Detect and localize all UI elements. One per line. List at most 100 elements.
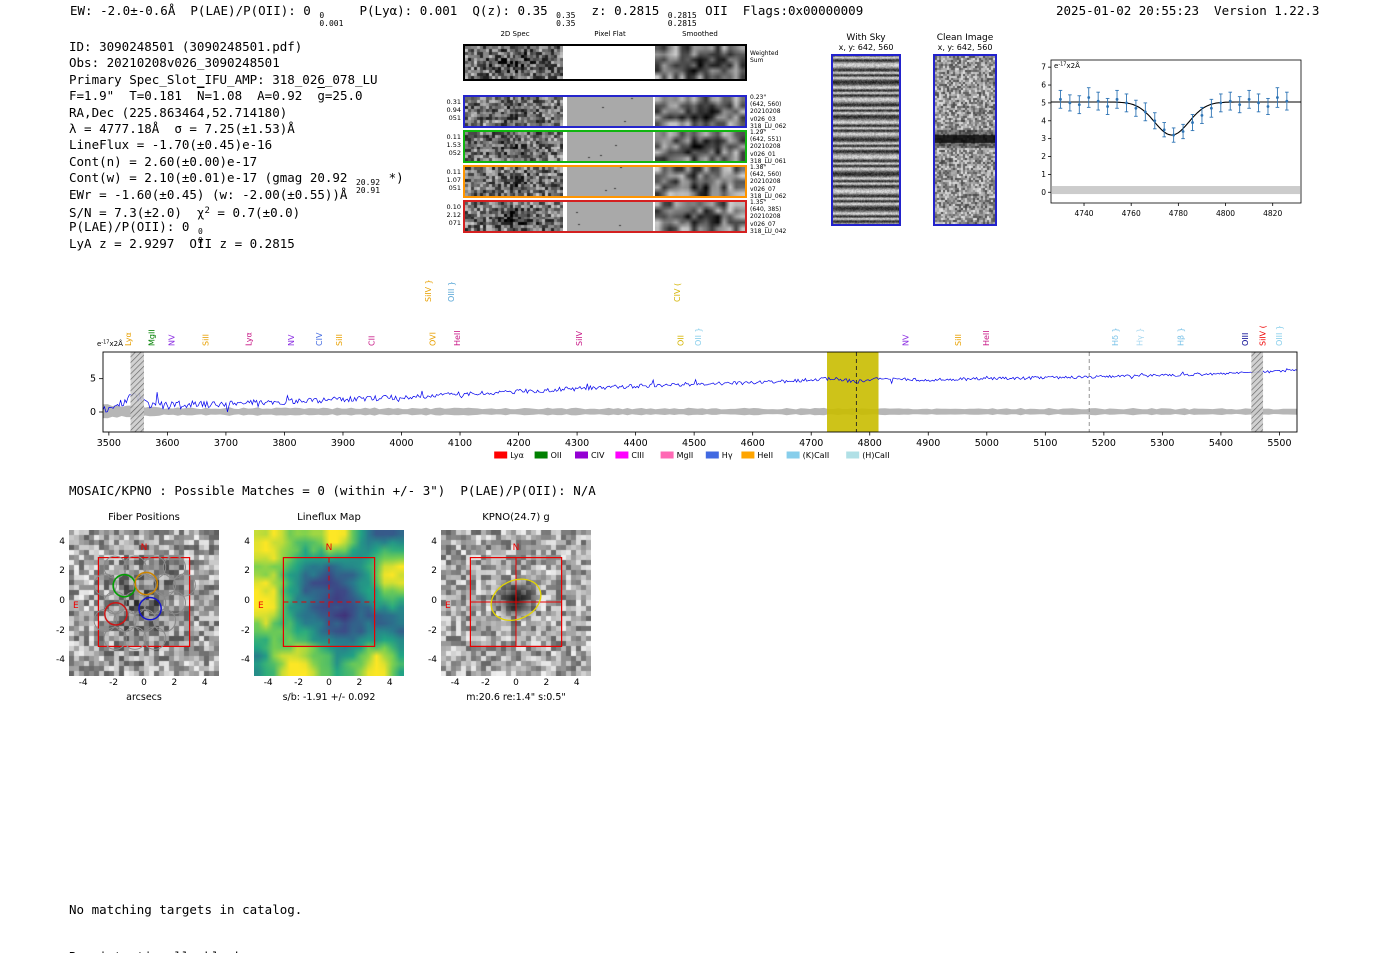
spec2d-image xyxy=(465,132,563,161)
svg-text:6: 6 xyxy=(1041,81,1046,90)
emission-line-label: HeII xyxy=(982,330,991,346)
legend-swatch xyxy=(741,452,754,459)
emission-line-label: SiIV ( xyxy=(1258,325,1267,346)
emission-line-label: SiII xyxy=(201,334,210,346)
full-spectrum-chart: 3500360037003800390040004100420043004400… xyxy=(55,268,1345,473)
clean-image-title: Clean Image xyxy=(922,33,1008,43)
header-measurements: EW: -2.0±-0.6Å P(LAE)/P(OII): 0 00.001 P… xyxy=(70,3,863,28)
line-fit-inset-chart: 0123456747404760478048004820e-17x2Å xyxy=(1033,50,1340,228)
emission-line-label: NV xyxy=(167,334,176,346)
text-segment: EWr = -1.60(±0.45) (w: -2.00(±0.55))Å xyxy=(69,187,347,202)
y-tick-label: 2 xyxy=(415,566,437,576)
svg-text:4800: 4800 xyxy=(1216,209,1235,218)
compass-north-label: N xyxy=(326,543,333,553)
kpno-g-caption: m:20.6 re:1.4" s:0.5" xyxy=(441,692,591,703)
fiber-circle xyxy=(163,592,185,614)
footer-line: Row intentionally blank. xyxy=(69,949,302,953)
highlighted-fiber-circle xyxy=(139,598,161,620)
compass-east-label: E xyxy=(73,601,79,611)
text-segment: OII Flags:0x00000009 xyxy=(698,3,864,18)
text-segment: P(Lyα): 0.001 Q(z): 0.35 xyxy=(344,3,555,18)
legend-label: Lyα xyxy=(510,451,524,460)
info-line: P(LAE)/P(OII): 0 00 xyxy=(69,219,404,235)
svg-text:1: 1 xyxy=(1041,170,1046,179)
text-segment: LineFlux = -1.70(±0.45)e-16 xyxy=(69,137,272,152)
info-line: Cont(n) = 2.60(±0.00)e-17 xyxy=(69,154,404,170)
spec2d-col-header-pixelflat: Pixel Flat xyxy=(567,30,653,38)
emission-line-label: CII xyxy=(368,336,377,346)
svg-text:3900: 3900 xyxy=(331,438,355,449)
fiber-positions-title: Fiber Positions xyxy=(69,512,219,523)
spec2d-col-header-2dspec: 2D Spec xyxy=(465,30,565,38)
x-tick-label: 0 xyxy=(506,678,526,688)
smoothed-image xyxy=(655,132,745,161)
x-tick-label: 2 xyxy=(536,678,556,688)
text-segment: LyA z = 2.9297 OII z = 0.2815 xyxy=(69,236,295,251)
spec2d-panel: 2D Spec Pixel Flat Smoothed Weighted Sum… xyxy=(440,28,840,243)
text-segment: P(LAE)/P(OII): 0 xyxy=(69,219,197,234)
pixel-flat-image xyxy=(567,202,653,231)
legend-label: MgII xyxy=(677,451,694,460)
svg-text:2: 2 xyxy=(1041,152,1046,161)
compass-north-label: N xyxy=(513,543,520,553)
legend-swatch xyxy=(661,452,674,459)
clean-image xyxy=(933,54,997,226)
error-band xyxy=(103,404,1297,418)
text-segment: Obs: 20210208v026_3090248501 xyxy=(69,55,280,70)
info-line: LyA z = 2.9297 OII z = 0.2815 xyxy=(69,236,404,252)
compass-east-label: E xyxy=(445,601,451,611)
x-tick-label: 2 xyxy=(349,678,369,688)
emission-line-label: NV xyxy=(901,334,910,346)
text-segment: EW: -2.0±-0.6Å P(LAE)/P(OII): 0 xyxy=(70,3,318,18)
x-tick-label: 4 xyxy=(195,678,215,688)
emission-line-label: OII xyxy=(677,335,686,346)
emission-line-label: MgII xyxy=(148,329,157,346)
spec2d-image xyxy=(465,97,563,126)
kpno-g-title: KPNO(24.7) g xyxy=(441,512,591,523)
svg-text:4780: 4780 xyxy=(1169,209,1188,218)
emission-line-label: NV xyxy=(287,334,296,346)
x-tick-label: -2 xyxy=(104,678,124,688)
lineflux-map-overlay: NE xyxy=(254,530,404,676)
spec2d-row-right-label: 1.35"(640, 385)20210208v026_07318_LU_042 xyxy=(750,199,820,235)
text-segment: S/N = 7.3(±2.0) χ xyxy=(69,205,204,220)
info-line: RA,Dec (225.863464,52.714180) xyxy=(69,105,404,121)
svg-text:0: 0 xyxy=(1041,188,1046,197)
with-sky-coords: x, y: 642, 560 xyxy=(818,43,914,52)
y-tick-label: -2 xyxy=(228,626,250,636)
text-segment: =25.0 xyxy=(325,88,363,103)
spec2d-row-left-label: 0.102.12071 xyxy=(440,203,461,227)
info-line: Cont(w) = 2.10(±0.01)e-17 (gmag 20.92 20… xyxy=(69,170,404,186)
svg-text:4600: 4600 xyxy=(741,438,765,449)
stacked-value: 0.28150.2815 xyxy=(668,12,697,28)
y-tick-label: -4 xyxy=(415,655,437,665)
svg-text:5500: 5500 xyxy=(1267,438,1291,449)
legend-label: CIII xyxy=(631,451,644,460)
masked-region xyxy=(131,352,144,432)
text-segment: ID: 3090248501 (3090248501.pdf) xyxy=(69,39,302,54)
smoothed-image xyxy=(655,97,745,126)
y-tick-label: -4 xyxy=(228,655,250,665)
emission-line-label: CIV ( xyxy=(673,283,682,302)
y-tick-label: 4 xyxy=(228,537,250,547)
info-line: Primary Spec_Slot_IFU_AMP: 318_026_078_L… xyxy=(69,72,404,88)
compass-east-label: E xyxy=(258,601,264,611)
spec2d-row-left-label: 0.111.07051 xyxy=(440,168,461,192)
fiber-circle xyxy=(134,609,156,631)
y-tick-label: 4 xyxy=(43,537,65,547)
legend-swatch xyxy=(615,452,628,459)
x-tick-label: -4 xyxy=(445,678,465,688)
weighted-sum-label: Weighted Sum xyxy=(750,50,800,64)
svg-text:4500: 4500 xyxy=(682,438,706,449)
fiber-positions-overlay: NE xyxy=(69,530,219,676)
svg-text:5: 5 xyxy=(1041,98,1046,107)
pixel-flat-image xyxy=(567,97,653,126)
spectrum-plot-border xyxy=(103,352,1297,432)
fiber-positions-cutout: Fiber Positions NE arcsecs -4-4-2-200224… xyxy=(43,512,243,712)
emission-line-label: HeII xyxy=(453,330,462,346)
svg-text:5200: 5200 xyxy=(1092,438,1116,449)
fiber-circle xyxy=(173,574,195,596)
legend-swatch xyxy=(846,452,859,459)
x-tick-label: -2 xyxy=(289,678,309,688)
emission-line-label: SiII xyxy=(954,334,963,346)
